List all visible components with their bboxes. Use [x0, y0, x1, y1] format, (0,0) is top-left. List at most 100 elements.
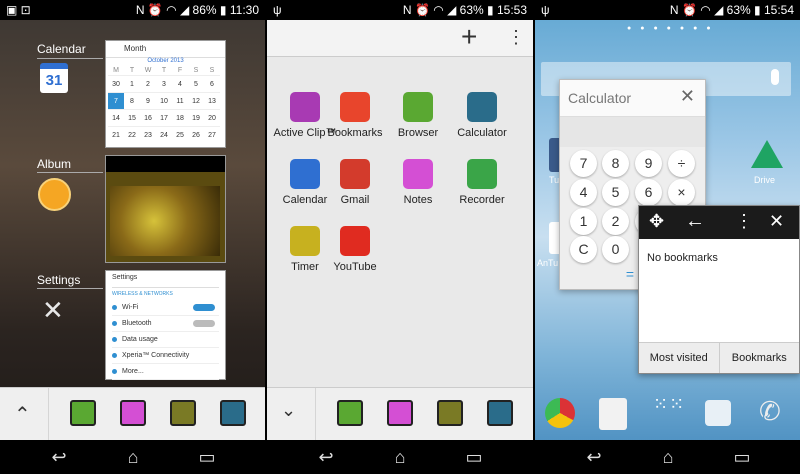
calendar-day-cell[interactable]: 18 — [172, 109, 188, 126]
overflow-menu-icon[interactable]: ⋮ — [507, 26, 525, 48]
app-icon[interactable] — [467, 159, 497, 189]
small-app-notes-icon[interactable] — [387, 400, 413, 426]
calc-key[interactable]: 4 — [570, 179, 597, 206]
close-icon[interactable]: ✕ — [680, 86, 695, 107]
back-icon[interactable]: ↩ — [48, 447, 70, 467]
calc-key[interactable]: 1 — [570, 208, 597, 235]
calc-key[interactable]: 9 — [635, 150, 662, 177]
calc-key[interactable]: 8 — [602, 150, 629, 177]
settings-item[interactable]: Data usage — [112, 332, 219, 348]
app-icon[interactable] — [403, 159, 433, 189]
app-icon[interactable] — [340, 159, 370, 189]
small-app-browser-icon[interactable] — [70, 400, 96, 426]
calendar-day-cell[interactable]: 12 — [188, 92, 204, 109]
calc-key[interactable]: 5 — [602, 179, 629, 206]
calendar-day-cell[interactable]: 9 — [140, 92, 156, 109]
calendar-day-cell[interactable]: 25 — [172, 126, 188, 143]
add-icon[interactable]: + — [461, 22, 477, 52]
album-app-icon[interactable] — [38, 178, 71, 211]
calendar-day-cell[interactable]: 14 — [108, 109, 124, 126]
calendar-day-cell[interactable]: 21 — [108, 126, 124, 143]
chrome-icon[interactable] — [545, 398, 575, 428]
home-icon[interactable]: ⌂ — [122, 447, 144, 467]
settings-wrench-icon[interactable]: ✕ — [42, 296, 70, 324]
calendar-app-icon[interactable]: 31 — [40, 63, 68, 93]
calendar-day-cell[interactable]: 11 — [172, 92, 188, 109]
overflow-menu-icon[interactable]: ⋮ — [735, 211, 753, 232]
small-app-calculator-icon[interactable] — [220, 400, 246, 426]
calendar-day-cell[interactable]: 22 — [124, 126, 140, 143]
small-app-timer-icon[interactable] — [437, 400, 463, 426]
app-icon[interactable] — [290, 92, 320, 122]
small-app-browser-icon[interactable] — [337, 400, 363, 426]
app-icon[interactable] — [340, 92, 370, 122]
settings-thumbnail[interactable]: Settings WIRELESS & NETWORKS Wi-Fi Blueto… — [105, 270, 226, 380]
app-icon[interactable] — [290, 226, 320, 256]
calc-key[interactable]: C — [570, 236, 597, 263]
small-app-calculator-icon[interactable] — [487, 400, 513, 426]
app-drawer-icon[interactable]: ⁙⁙ — [653, 395, 685, 413]
app-icon[interactable] — [403, 92, 433, 122]
calendar-day-cell[interactable]: 19 — [188, 109, 204, 126]
toggle-switch[interactable] — [193, 304, 215, 311]
calendar-day-cell[interactable]: 13 — [204, 92, 220, 109]
calc-key[interactable]: 2 — [602, 208, 629, 235]
phone-icon[interactable]: ✆ — [759, 396, 781, 427]
app-icon[interactable] — [290, 159, 320, 189]
back-icon[interactable]: ↩ — [315, 447, 337, 467]
calendar-day-cell[interactable]: 4 — [172, 75, 188, 92]
recent-apps-icon[interactable]: ▭ — [196, 447, 218, 467]
calc-key-equals[interactable]: = — [620, 266, 640, 282]
toggle-switch[interactable] — [193, 320, 215, 327]
calendar-day-cell[interactable]: 3 — [156, 75, 172, 92]
messaging-icon[interactable] — [705, 400, 731, 426]
settings-item[interactable]: Wi-Fi — [112, 300, 219, 316]
calendar-day-cell[interactable]: 26 — [188, 126, 204, 143]
home-icon[interactable]: ⌂ — [389, 447, 411, 467]
recent-apps-icon[interactable]: ▭ — [463, 447, 485, 467]
calendar-day-cell[interactable]: 6 — [204, 75, 220, 92]
calendar-day-cell[interactable]: 5 — [188, 75, 204, 92]
calc-key[interactable]: 0 — [602, 236, 629, 263]
home-icon[interactable]: ⌂ — [657, 447, 679, 467]
back-icon[interactable]: ↩ — [583, 447, 605, 467]
calendar-day-cell[interactable]: 20 — [204, 109, 220, 126]
calendar-day-cell[interactable]: 24 — [156, 126, 172, 143]
mic-icon[interactable] — [771, 69, 779, 85]
tab-bookmarks[interactable]: Bookmarks — [720, 343, 800, 373]
close-icon[interactable]: ✕ — [769, 211, 784, 232]
calc-key[interactable]: 7 — [570, 150, 597, 177]
album-thumbnail[interactable] — [105, 155, 226, 263]
chevron-down-icon[interactable]: ⌄ — [281, 400, 296, 421]
small-app-notes-icon[interactable] — [120, 400, 146, 426]
recent-apps-icon[interactable]: ▭ — [731, 447, 753, 467]
calendar-day-cell[interactable]: 30 — [108, 75, 124, 92]
bookmarks-window[interactable]: ✥ ← ⋮ ✕ No bookmarks Most visited Bookma… — [638, 205, 800, 374]
calendar-day-cell[interactable]: 27 — [204, 126, 220, 143]
drive-icon[interactable] — [751, 140, 783, 168]
calendar-day-cell[interactable]: 7 — [108, 92, 124, 109]
tab-most-visited[interactable]: Most visited — [639, 343, 720, 373]
app-icon[interactable] — [467, 92, 497, 122]
settings-item[interactable]: More... — [112, 364, 219, 380]
chevron-up-icon[interactable]: ⌃ — [14, 402, 31, 427]
settings-item[interactable]: Xperia™ Connectivity — [112, 348, 219, 364]
app-icon[interactable] — [340, 226, 370, 256]
play-store-icon[interactable] — [599, 398, 627, 430]
calendar-thumbnail[interactable]: Month October 2013 MTWTFSS 30 1 2 3 4 5 6 7 8 9 10… — [105, 40, 226, 148]
back-arrow-icon[interactable]: ← — [685, 210, 705, 233]
calc-key[interactable]: 6 — [635, 179, 662, 206]
settings-item[interactable]: Bluetooth — [112, 316, 219, 332]
calendar-day-cell[interactable]: 15 — [124, 109, 140, 126]
calendar-day-cell[interactable]: 16 — [140, 109, 156, 126]
calendar-day-cell[interactable]: 1 — [124, 75, 140, 92]
calendar-day-cell[interactable]: 17 — [156, 109, 172, 126]
calendar-day-cell[interactable]: 23 — [140, 126, 156, 143]
calc-key[interactable]: × — [668, 179, 695, 206]
calendar-day-cell[interactable]: 8 — [124, 92, 140, 109]
calendar-day-cell[interactable]: 10 — [156, 92, 172, 109]
small-app-timer-icon[interactable] — [170, 400, 196, 426]
calc-key[interactable]: ÷ — [668, 150, 695, 177]
move-icon[interactable]: ✥ — [649, 211, 664, 232]
calendar-day-cell[interactable]: 2 — [140, 75, 156, 92]
